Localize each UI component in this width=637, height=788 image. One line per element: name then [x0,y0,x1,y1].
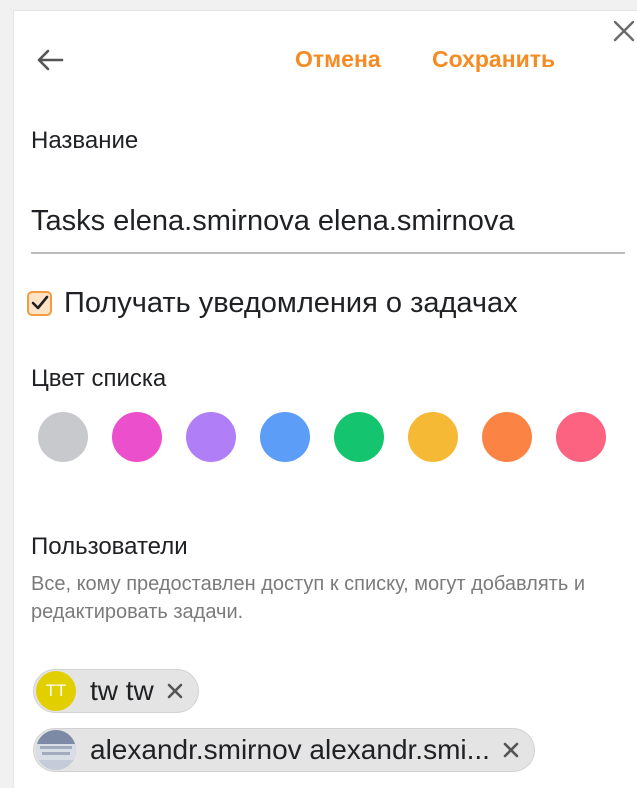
notify-label: Получать уведомления о задачах [64,286,518,319]
list-name-input[interactable] [31,190,625,254]
avatar [36,730,76,770]
color-swatch-blue[interactable] [260,412,310,462]
close-icon [167,683,183,699]
color-swatch-pink[interactable] [112,412,162,462]
color-label: Цвет списка [31,365,167,392]
color-swatch-red[interactable] [556,412,606,462]
color-swatch-orange[interactable] [482,412,532,462]
close-icon [613,20,635,42]
back-button[interactable] [30,40,70,80]
user-chip: TT tw tw [33,669,199,713]
color-picker [38,412,630,462]
color-swatch-gray[interactable] [38,412,88,462]
color-swatch-green[interactable] [334,412,384,462]
user-chip: alexandr.smirnov alexandr.smi... [33,728,535,772]
avatar: TT [36,671,76,711]
user-photo-icon [36,730,76,770]
color-swatch-purple[interactable] [186,412,236,462]
checkmark-icon [31,295,48,310]
remove-user-button[interactable] [164,680,186,702]
name-label: Название [31,127,139,154]
save-button[interactable]: Сохранить [432,44,555,74]
user-chip-name: alexandr.smirnov alexandr.smi... [90,734,490,765]
remove-user-button[interactable] [500,739,522,761]
arrow-left-icon [37,49,64,71]
cancel-button[interactable]: Отмена [295,44,381,74]
notify-checkbox[interactable] [27,290,52,316]
users-title: Пользователи [31,533,188,560]
users-hint: Все, кому предоставлен доступ к списку, … [31,573,585,623]
notify-toggle[interactable]: Получать уведомления о задачах [27,283,518,323]
close-button[interactable] [608,15,637,47]
user-chip-name: tw tw [90,675,154,706]
close-icon [503,742,519,758]
color-swatch-yellow[interactable] [408,412,458,462]
